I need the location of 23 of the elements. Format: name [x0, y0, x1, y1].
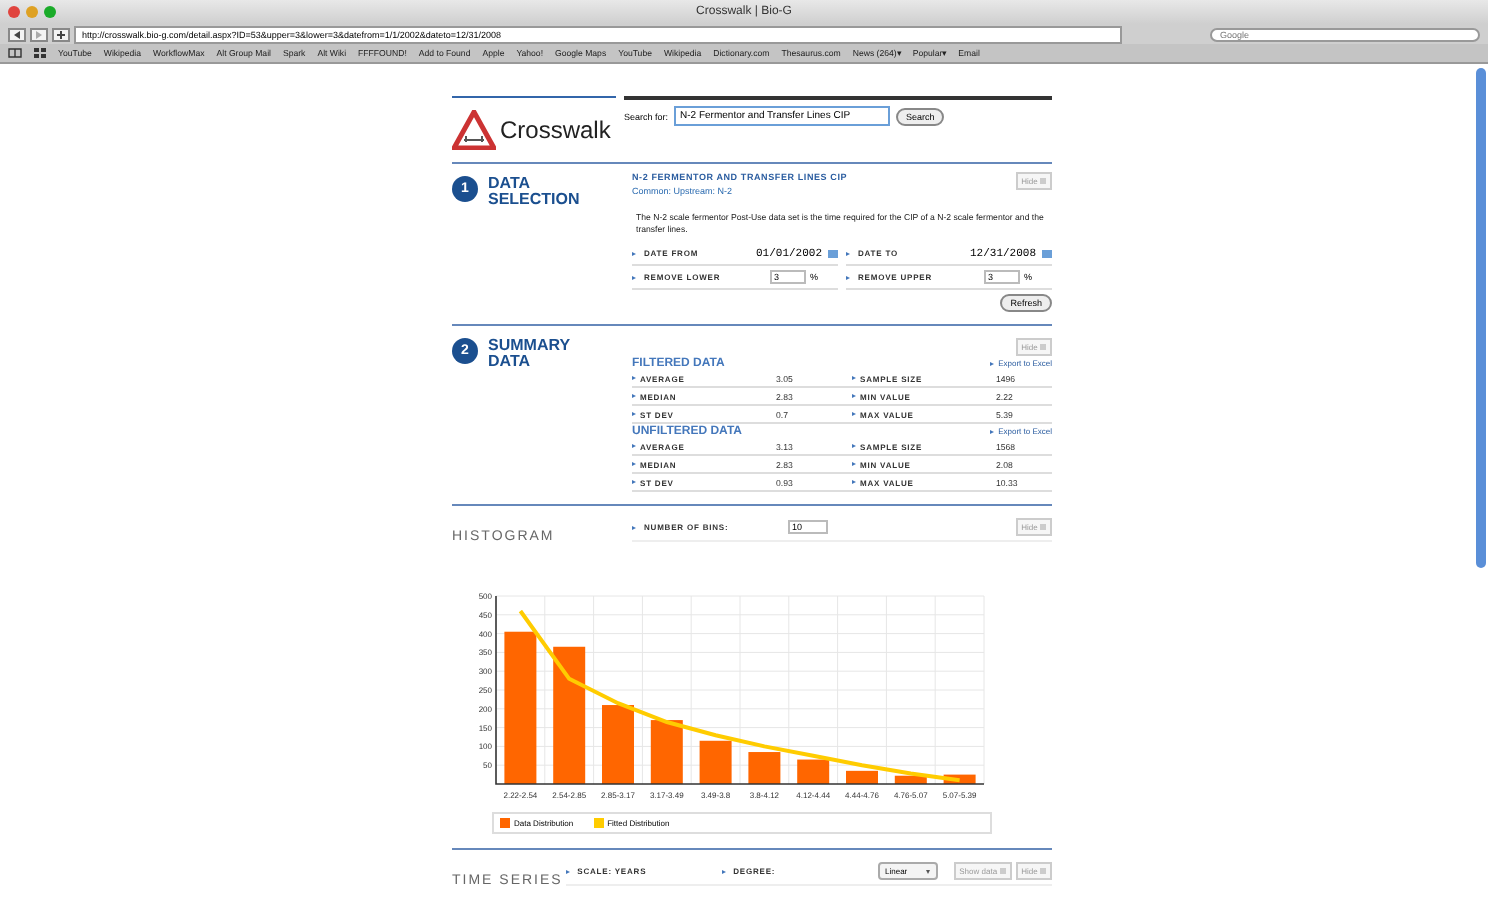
back-button[interactable]: [8, 27, 26, 41]
scrollbar[interactable]: [1476, 68, 1486, 568]
logo-text: Crosswalk: [500, 116, 611, 144]
histogram-bar: [894, 775, 927, 784]
calendar-icon[interactable]: [1042, 249, 1052, 257]
close-icon[interactable]: [8, 6, 20, 18]
section-title: SUMMARY DATA: [488, 338, 572, 370]
histogram-bar: [602, 705, 634, 784]
zoom-icon[interactable]: [44, 6, 56, 18]
book-icon[interactable]: [8, 48, 22, 58]
histogram-bar: [943, 774, 976, 784]
grid-icon[interactable]: [34, 48, 46, 58]
histogram-bar: [553, 646, 586, 784]
histogram-bar: [748, 752, 781, 784]
calendar-icon[interactable]: [828, 249, 838, 257]
section-title: DATA SELECTION: [488, 176, 582, 208]
add-bookmark-button[interactable]: [52, 27, 70, 41]
histogram-bar: [699, 740, 732, 784]
warning-sign-icon: [452, 110, 496, 150]
histogram-bar: [846, 770, 878, 784]
minimize-icon[interactable]: [26, 6, 38, 18]
histogram-bar: [650, 720, 683, 784]
histogram-bar: [797, 759, 830, 784]
